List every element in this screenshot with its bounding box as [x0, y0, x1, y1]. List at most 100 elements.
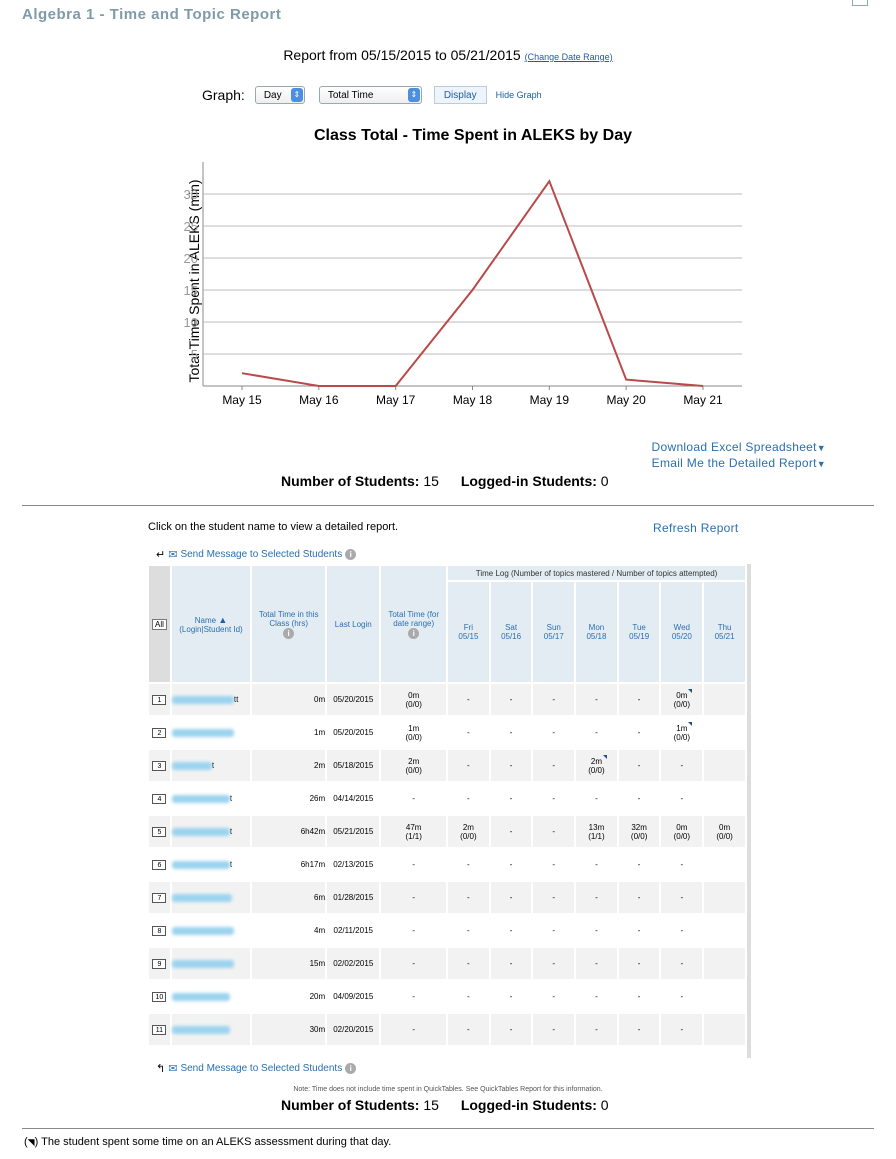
day-log-cell: 2m (0/0) — [576, 750, 617, 781]
day-time-value: - — [509, 860, 513, 869]
col-day[interactable]: Sat 05/16 — [490, 582, 532, 682]
last-login-value: 04/14/2015 — [333, 794, 374, 803]
row-select-checkbox[interactable]: 8 — [152, 925, 167, 936]
col-range-time[interactable]: Total Time (for date range) i — [381, 566, 447, 682]
email-report-link[interactable]: Email Me the Detailed Report▼ — [652, 456, 826, 470]
redacted-name[interactable] — [171, 728, 234, 737]
day-time-value: - — [552, 893, 556, 902]
student-name-tail[interactable]: t — [230, 827, 232, 836]
select-all-button[interactable]: All — [151, 618, 167, 630]
day-time-value: - — [509, 959, 513, 968]
row-select-checkbox[interactable]: 10 — [152, 991, 167, 1002]
table-row: 11 30m 02/20/2015 - - - - - - - — [149, 1014, 745, 1045]
row-select-checkbox[interactable]: 7 — [152, 892, 167, 903]
student-name-cell[interactable] — [171, 717, 251, 748]
quicktables-footnote: Note: Time does not include time spent i… — [293, 1086, 603, 1093]
row-select-checkbox[interactable]: 9 — [152, 958, 167, 969]
redacted-name[interactable] — [171, 860, 230, 869]
info-icon[interactable]: i — [283, 627, 295, 639]
student-name-tail[interactable]: tt — [234, 695, 238, 704]
day-time-value: - — [509, 761, 513, 770]
row-select-checkbox[interactable]: 6 — [152, 859, 167, 870]
x-tick-label: May 15 — [222, 393, 262, 407]
redacted-name[interactable] — [171, 761, 212, 770]
x-tick-label: May 21 — [683, 393, 723, 407]
col-day[interactable]: Thu 05/21 — [704, 582, 745, 682]
range-topics-value: (1/1) — [405, 831, 422, 841]
day-time-value: - — [637, 761, 641, 770]
redacted-name[interactable] — [171, 1025, 230, 1034]
redacted-name[interactable] — [171, 794, 230, 803]
day-name: Sat — [505, 623, 518, 632]
redacted-name[interactable] — [171, 893, 232, 902]
range-topics-value: (0/0) — [405, 765, 422, 775]
redacted-name[interactable] — [171, 992, 230, 1001]
day-log-cell — [704, 717, 745, 748]
table-scrollbar[interactable] — [747, 564, 751, 1058]
arrow-left-up-icon: ↰ — [156, 1063, 166, 1075]
row-select-checkbox[interactable]: 5 — [152, 826, 167, 837]
download-excel-link[interactable]: Download Excel Spreadsheet▼ — [652, 440, 826, 454]
col-day[interactable]: Mon 05/18 — [576, 582, 617, 682]
redacted-name[interactable] — [171, 926, 234, 935]
info-icon[interactable]: i — [345, 1063, 357, 1074]
col-total-time[interactable]: Total Time in this Class (hrs) i — [252, 566, 326, 682]
refresh-report-link[interactable]: Refresh Report — [653, 521, 739, 535]
total-time-cell: 20m — [252, 981, 326, 1012]
student-name-cell[interactable] — [171, 1014, 251, 1045]
student-name-cell[interactable] — [171, 882, 251, 913]
student-name-tail[interactable]: t — [230, 794, 232, 803]
col-name[interactable]: Name ▲ (Login|Student Id) — [171, 566, 251, 682]
day-log-cell — [704, 948, 745, 979]
send-message-top[interactable]: ↵ ✉ Send Message to Selected Students i — [156, 548, 357, 561]
row-select-checkbox[interactable]: 4 — [152, 793, 167, 804]
range-time-value: 47m — [405, 822, 422, 832]
day-log-cell: - — [490, 750, 532, 781]
row-select-checkbox[interactable]: 3 — [152, 760, 167, 771]
row-select-checkbox[interactable]: 11 — [152, 1024, 167, 1035]
x-tick-label: May 17 — [376, 393, 416, 407]
day-log-cell: - — [576, 882, 617, 913]
range-time-value: - — [412, 1025, 416, 1034]
day-log-cell — [704, 783, 745, 814]
col-day[interactable]: Wed 05/20 — [661, 582, 703, 682]
student-name-cell[interactable]: t — [171, 849, 251, 880]
total-time-value: 6m — [314, 893, 326, 902]
row-select-cell: 3 — [149, 750, 170, 781]
row-select-cell: 4 — [149, 783, 170, 814]
range-time-cell: 1m (0/0) — [381, 717, 447, 748]
col-day[interactable]: Fri 05/15 — [448, 582, 489, 682]
student-name-cell[interactable] — [171, 948, 251, 979]
info-icon[interactable]: i — [345, 549, 357, 560]
col-last-login[interactable]: Last Login — [327, 566, 380, 682]
day-log-cell: 0m (0/0) — [661, 684, 703, 715]
student-name-cell[interactable]: t — [171, 816, 251, 847]
total-time-cell: 1m — [252, 717, 326, 748]
col-day[interactable]: Sun 05/17 — [533, 582, 575, 682]
table-row: 8 4m 02/11/2015 - - - - - - - — [149, 915, 745, 946]
row-select-checkbox[interactable]: 2 — [152, 727, 167, 738]
day-log-cell: - — [490, 684, 532, 715]
student-name-cell[interactable]: tt — [171, 684, 251, 715]
day-log-cell: 32m (0/0) — [618, 816, 660, 847]
col-day[interactable]: Tue 05/19 — [618, 582, 660, 682]
student-name-cell[interactable]: t — [171, 783, 251, 814]
row-select-checkbox[interactable]: 1 — [152, 694, 167, 705]
redacted-name[interactable] — [171, 827, 230, 836]
x-tick-label: May 18 — [453, 393, 493, 407]
student-name-cell[interactable]: t — [171, 750, 251, 781]
redacted-name[interactable] — [171, 959, 234, 968]
student-name-tail[interactable]: t — [212, 761, 214, 770]
assessment-marker-icon: (◥) — [24, 1136, 39, 1148]
student-name-cell[interactable] — [171, 981, 251, 1012]
day-time-value: 1m — [676, 721, 693, 733]
day-log-cell: - — [533, 948, 575, 979]
info-icon[interactable]: i — [408, 627, 420, 639]
day-log-cell: - — [448, 684, 489, 715]
students-label: Number of Students: — [281, 1097, 420, 1113]
student-name-cell[interactable] — [171, 915, 251, 946]
day-time-value: 0m — [676, 822, 688, 832]
send-message-bottom[interactable]: ↰ ✉ Send Message to Selected Students i — [156, 1062, 357, 1075]
student-name-tail[interactable]: t — [230, 860, 232, 869]
redacted-name[interactable] — [171, 695, 234, 704]
